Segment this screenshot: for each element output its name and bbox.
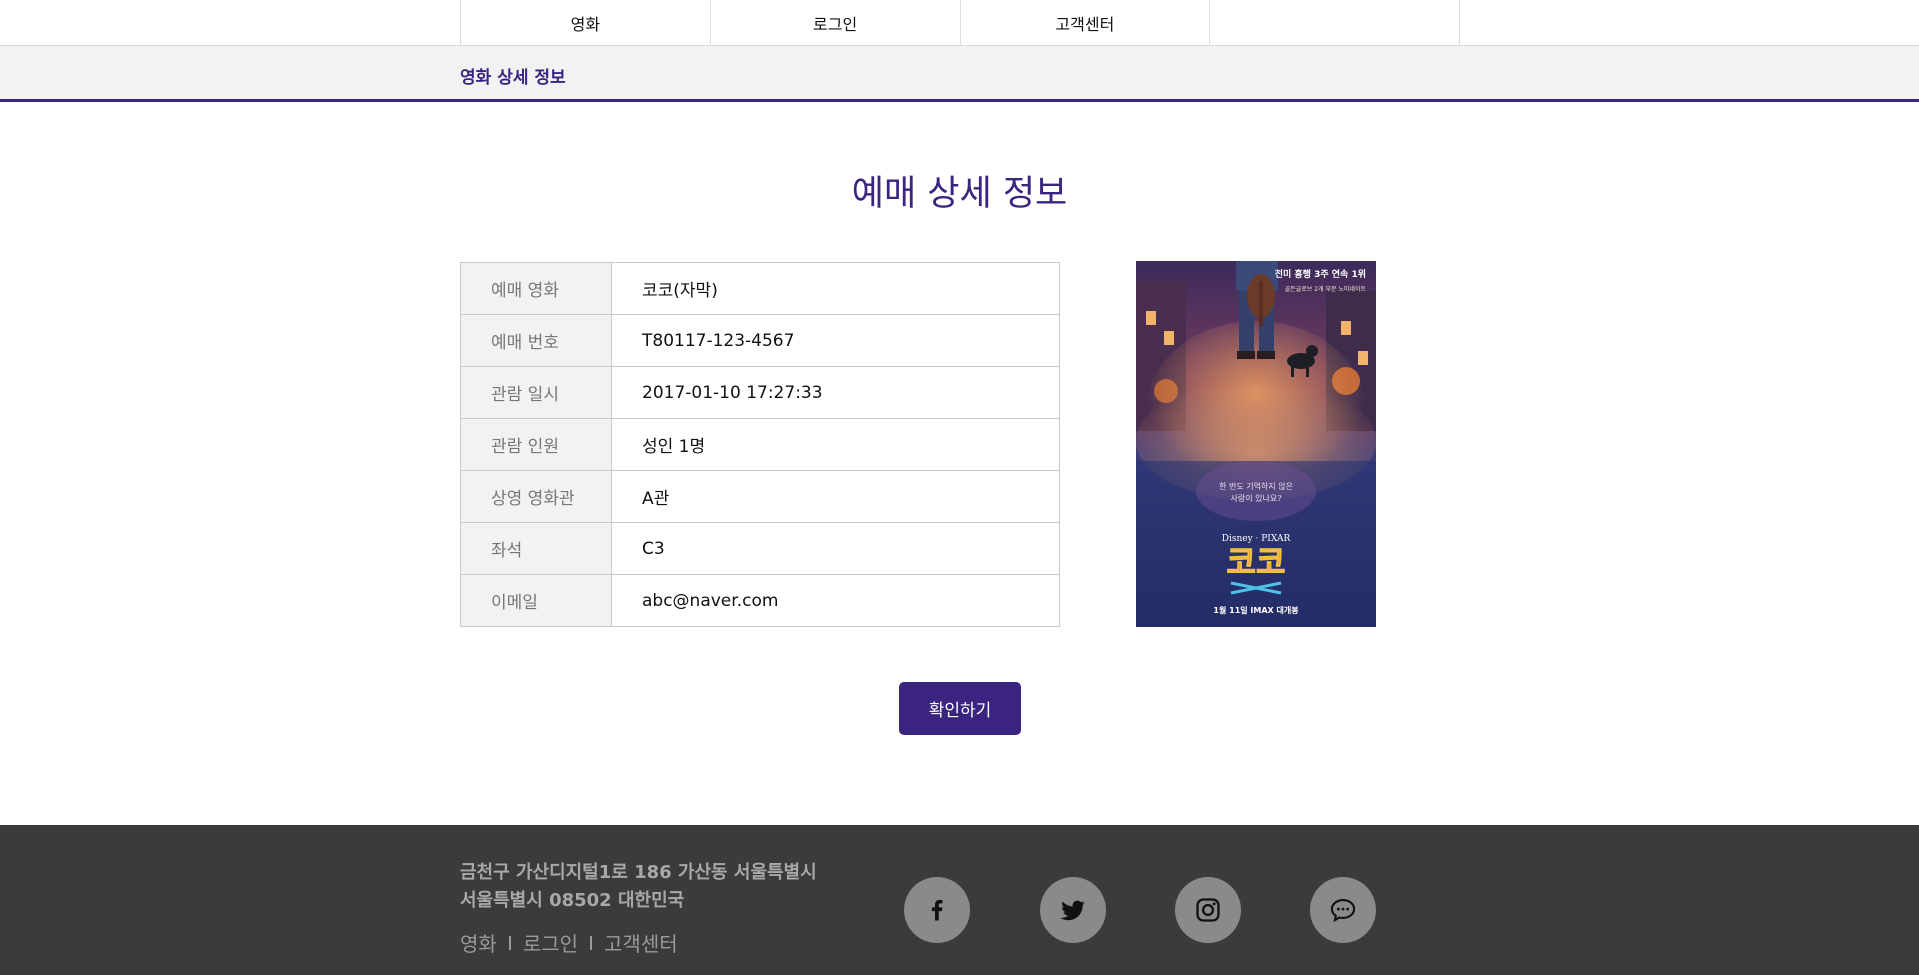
footer-address-line2: 서울특별시 08502 대한민국 (460, 890, 685, 911)
row-label: 상영 영화관 (460, 470, 612, 523)
poster-tagline-1: 한 번도 기억하지 않은 (1219, 481, 1293, 491)
footer-link-customer-center[interactable]: 고객센터 (604, 928, 678, 957)
top-navigation: 영화 로그인 고객센터 (0, 0, 1919, 46)
reservation-detail-table: 예매 영화 코코(자막) 예매 번호 T80117-123-4567 관람 일시… (460, 262, 1060, 627)
instagram-button[interactable] (1175, 877, 1241, 943)
movie-poster: 전미 흥행 3주 연속 1위 골든글로브 2개 부문 노미네이트 한 번도 기억… (1136, 261, 1376, 627)
table-row: 좌석 C3 (460, 522, 1060, 575)
table-row: 이메일 abc@naver.com (460, 574, 1060, 627)
row-label: 관람 일시 (460, 366, 612, 419)
movie-poster-image: 전미 흥행 3주 연속 1위 골든글로브 2개 부문 노미네이트 한 번도 기억… (1136, 261, 1376, 627)
table-row: 상영 영화관 A관 (460, 470, 1060, 523)
footer-link-separator (508, 935, 511, 950)
confirm-button[interactable]: 확인하기 (899, 682, 1021, 735)
row-value: C3 (611, 522, 1060, 575)
footer: 금천구 가산디지털1로 186 가산동 서울특별시 서울특별시 08502 대한… (0, 825, 1919, 975)
row-label: 관람 인원 (460, 418, 612, 471)
facebook-button[interactable] (904, 877, 970, 943)
row-label: 예매 영화 (460, 262, 612, 315)
poster-tagline-2: 사랑이 있나요? (1231, 493, 1282, 503)
twitter-icon (1060, 900, 1085, 921)
sub-header-title: 영화 상세 정보 (460, 68, 566, 88)
poster-release: 1월 11일 IMAX 대개봉 (1213, 605, 1299, 615)
footer-link-separator (590, 935, 593, 950)
table-row: 관람 일시 2017-01-10 17:27:33 (460, 366, 1060, 419)
facebook-icon (931, 899, 943, 921)
row-label: 예매 번호 (460, 314, 612, 367)
page-title: 예매 상세 정보 (851, 174, 1068, 214)
footer-link-login[interactable]: 로그인 (523, 928, 578, 957)
nav-item-movie[interactable]: 영화 (461, 0, 711, 46)
nav-item-customer-center[interactable]: 고객센터 (961, 0, 1211, 46)
nav-item-empty (1210, 0, 1460, 46)
table-row: 관람 인원 성인 1명 (460, 418, 1060, 471)
table-row: 예매 영화 코코(자막) (460, 262, 1060, 315)
footer-address-line1: 금천구 가산디지털1로 186 가산동 서울특별시 (460, 862, 817, 883)
row-label: 좌석 (460, 522, 612, 575)
footer-links: 영화 로그인 고객센터 (460, 928, 678, 957)
chat-button[interactable] (1310, 877, 1376, 943)
top-navigation-menu: 영화 로그인 고객센터 (460, 0, 1460, 46)
footer-link-movie[interactable]: 영화 (460, 928, 497, 957)
instagram-icon (1196, 898, 1220, 922)
row-value: 성인 1명 (611, 418, 1060, 471)
nav-item-login[interactable]: 로그인 (711, 0, 961, 46)
poster-top-subtext: 골든글로브 2개 부문 노미네이트 (1285, 285, 1367, 293)
twitter-button[interactable] (1040, 877, 1106, 943)
table-row: 예매 번호 T80117-123-4567 (460, 314, 1060, 367)
row-value: abc@naver.com (611, 574, 1060, 627)
row-value: A관 (611, 470, 1060, 523)
chat-icon (1330, 899, 1356, 923)
row-label: 이메일 (460, 574, 612, 627)
row-value: 코코(자막) (611, 262, 1060, 315)
sub-header-bar: 영화 상세 정보 (0, 46, 1919, 102)
poster-top-text: 전미 흥행 3주 연속 1위 (1275, 268, 1366, 280)
poster-title: 코코 (1227, 543, 1286, 581)
row-value: 2017-01-10 17:27:33 (611, 366, 1060, 419)
row-value: T80117-123-4567 (611, 314, 1060, 367)
